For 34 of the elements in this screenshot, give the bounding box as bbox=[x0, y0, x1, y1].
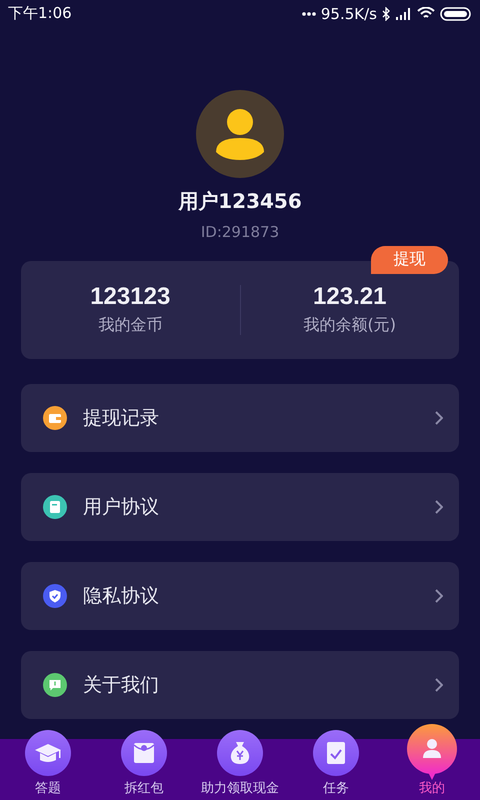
menu-item[interactable]: 关于我们 bbox=[21, 650, 459, 719]
menu-label: 关于我们 bbox=[83, 672, 160, 698]
chevron-icon bbox=[435, 500, 443, 514]
menu-label: 提现记录 bbox=[83, 406, 160, 431]
stat-label: 我的金币 bbox=[98, 315, 162, 336]
battery-icon bbox=[440, 6, 472, 21]
network-speed: 95.5K/s bbox=[320, 4, 377, 23]
wifi-icon bbox=[417, 7, 435, 20]
dots-icon bbox=[302, 12, 316, 16]
shield-icon bbox=[43, 584, 67, 608]
stat-value: 123123 bbox=[90, 283, 170, 312]
menu-item[interactable]: 隐私协议 bbox=[21, 562, 459, 630]
stat-value: 123.21 bbox=[313, 283, 386, 312]
moneybag-icon bbox=[217, 730, 263, 776]
status-time: 下午1:06 bbox=[8, 4, 72, 24]
chevron-icon bbox=[435, 678, 443, 692]
chat-icon bbox=[43, 672, 67, 697]
menu-label: 隐私协议 bbox=[83, 584, 160, 609]
wallet-icon bbox=[43, 406, 67, 430]
task-icon bbox=[313, 730, 359, 776]
menu-label: 用户协议 bbox=[83, 494, 160, 520]
stat-label: 我的余额(元) bbox=[304, 315, 396, 336]
chevron-icon bbox=[435, 410, 443, 425]
envelope-icon bbox=[121, 730, 167, 776]
avatar-icon bbox=[196, 90, 284, 178]
chevron-icon bbox=[435, 588, 443, 603]
menu-item[interactable]: 提现记录 bbox=[21, 384, 459, 452]
document-icon bbox=[43, 494, 67, 519]
signal-icon bbox=[396, 8, 412, 20]
user-name: 用户123456 bbox=[178, 188, 302, 215]
bluetooth-icon bbox=[382, 6, 391, 21]
user-id: ID:291873 bbox=[200, 222, 280, 241]
menu-item[interactable]: 用户协议 bbox=[21, 472, 459, 541]
cap-icon bbox=[25, 730, 71, 776]
